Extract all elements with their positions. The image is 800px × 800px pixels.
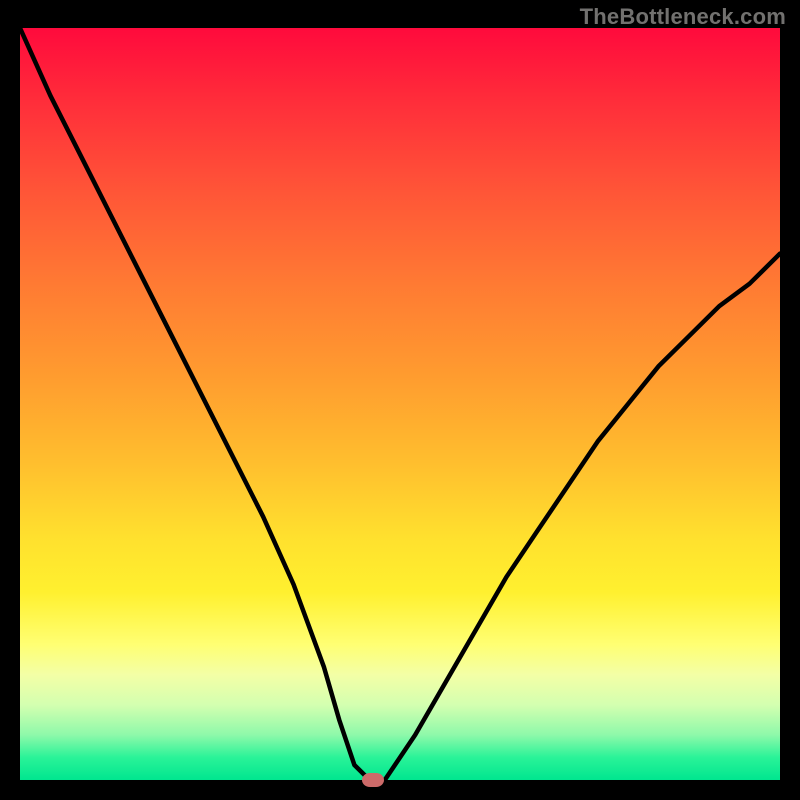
frame-border-right — [780, 0, 800, 800]
frame-border-bottom — [0, 780, 800, 800]
plot-gradient-area — [20, 28, 780, 780]
bottleneck-curve — [20, 28, 780, 780]
frame-border-left — [0, 0, 20, 800]
watermark-text: TheBottleneck.com — [580, 4, 786, 30]
chart-frame: TheBottleneck.com — [0, 0, 800, 800]
optimal-point-marker — [362, 773, 384, 787]
